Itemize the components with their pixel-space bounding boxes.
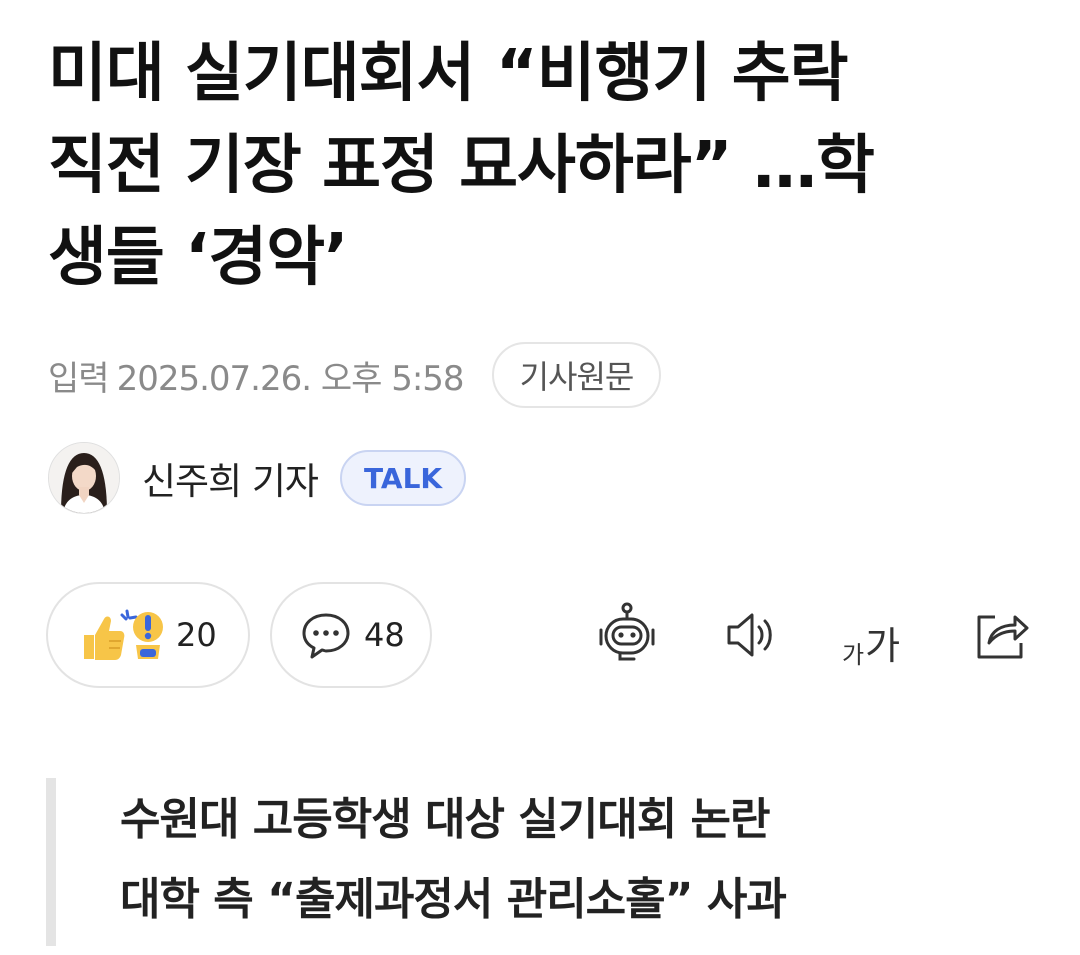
author-photo: [49, 443, 119, 513]
share-button[interactable]: [966, 600, 1036, 670]
summary-bot-button[interactable]: [592, 600, 662, 670]
author-info: 신주희 기자 TALK: [48, 440, 467, 516]
summary-line: 대학 측 “출제과정서 관리소홀” 사과: [120, 874, 787, 925]
author-name[interactable]: 신주희 기자: [142, 451, 319, 505]
headline-line: 직전 기장 표정 묘사하라” …학: [48, 129, 875, 203]
input-label: 입력: [48, 358, 110, 399]
comment-button[interactable]: 48: [270, 582, 432, 688]
font-small-glyph: 가: [841, 642, 865, 669]
article-summary: 수원대 고등학생 대상 실기대회 논란 대학 측 “출제과정서 관리소홀” 사과: [46, 778, 787, 946]
comment-icon: [302, 613, 350, 659]
article-headline: 미대 실기대회서 “비행기 추락 직전 기장 표정 묘사하라” …학 생들 ‘경…: [48, 28, 1038, 304]
robot-icon: [599, 602, 655, 661]
speaker-icon: [727, 613, 772, 657]
headline-line: 생들 ‘경악’: [48, 221, 348, 295]
headline-line: 미대 실기대회서 “비행기 추락: [48, 37, 848, 111]
publish-datetime: 2025.07.26. 오후 5:58: [116, 358, 465, 399]
listen-button[interactable]: [714, 600, 784, 670]
summary-line: 수원대 고등학생 대상 실기대회 논란: [120, 794, 770, 845]
reaction-count: 20: [176, 616, 217, 654]
font-size-button[interactable]: 가 가: [836, 600, 906, 670]
talk-button[interactable]: TALK: [339, 450, 467, 506]
original-article-button[interactable]: 기사원문: [491, 342, 662, 408]
comment-count: 48: [364, 616, 405, 654]
font-large-glyph: 가: [865, 626, 901, 668]
article-meta: 입력 2025.07.26. 오후 5:58 기사원문: [48, 340, 662, 410]
thumbs-up-surprise-icon: [84, 609, 163, 660]
share-icon: [977, 615, 1029, 659]
reaction-button[interactable]: 20: [46, 582, 250, 688]
author-avatar[interactable]: [48, 442, 120, 514]
